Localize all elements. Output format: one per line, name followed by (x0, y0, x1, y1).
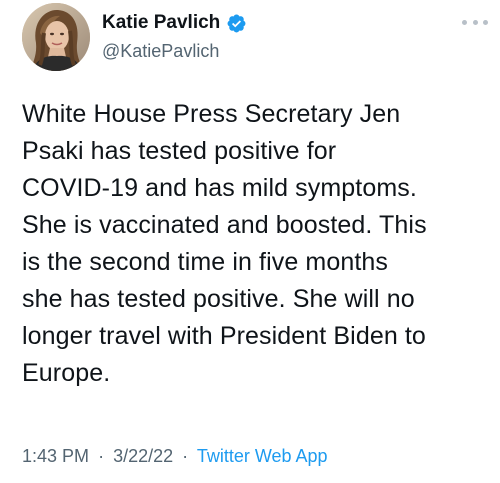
dot-icon (483, 19, 488, 25)
verified-badge-icon (226, 13, 247, 34)
meta-separator: · (98, 446, 105, 466)
tweet-text: White House Press Secretary Jen Psaki ha… (22, 100, 427, 387)
dot-icon (462, 19, 467, 25)
tweet-card: Katie Pavlich @KatiePavlich White House … (0, 0, 500, 483)
avatar[interactable] (22, 3, 90, 71)
tweet-meta: 1:43 PM · 3/22/22 · Twitter Web App (22, 446, 328, 467)
tweet-date[interactable]: 3/22/22 (113, 446, 173, 466)
tweet-time[interactable]: 1:43 PM (22, 446, 89, 466)
tweet-source-link[interactable]: Twitter Web App (197, 446, 328, 466)
author-handle[interactable]: @KatiePavlich (102, 41, 219, 62)
author-name-row: Katie Pavlich (102, 12, 247, 34)
dot-icon (472, 19, 478, 25)
more-options-icon[interactable] (462, 14, 488, 30)
author-display-name[interactable]: Katie Pavlich (102, 12, 220, 34)
avatar-image (22, 3, 90, 71)
meta-separator: · (182, 446, 189, 466)
